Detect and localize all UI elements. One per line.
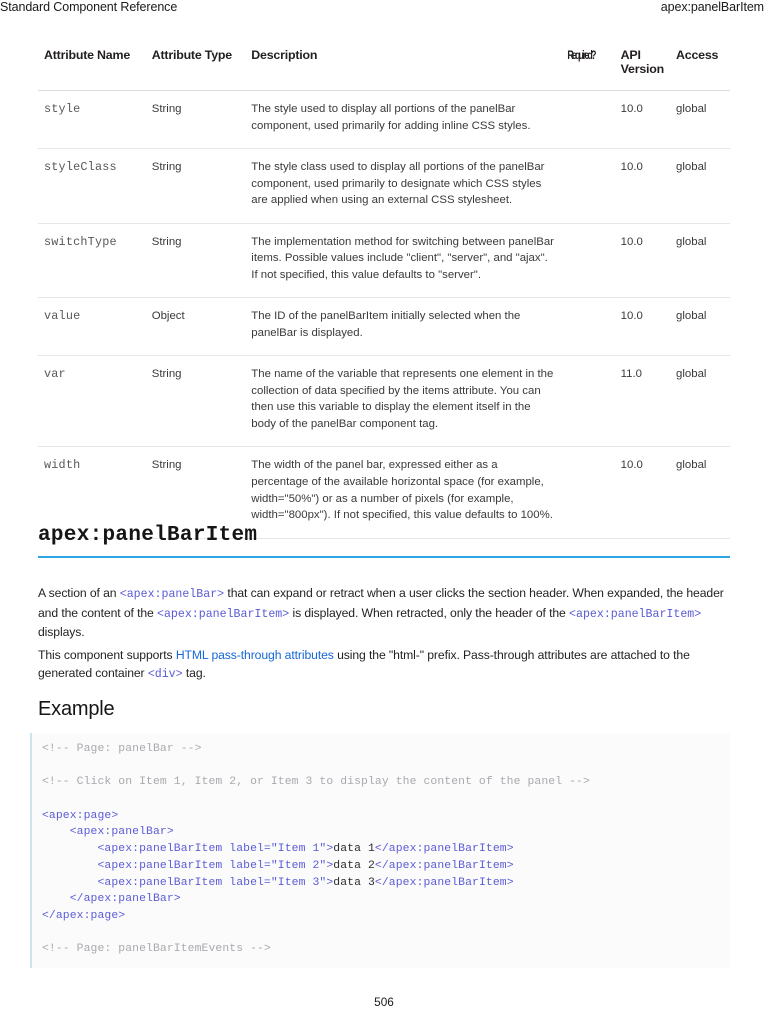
cell-attribute-type: Object xyxy=(145,297,246,357)
document-page: Standard Component Reference apex:panelB… xyxy=(0,0,768,1017)
cell-attribute-type: String xyxy=(145,148,246,224)
cell-description: The style class used to display all port… xyxy=(245,148,563,224)
section-accent-rule xyxy=(38,556,730,558)
section-heading-block: apex:panelBarItem xyxy=(38,524,730,558)
cell-required xyxy=(562,90,615,150)
cell-attribute-name: style xyxy=(38,90,146,150)
cell-attribute-type: String xyxy=(145,223,246,299)
code-tag-apex-panelbar-close: </apex:panelBar> xyxy=(42,893,181,906)
code-text-data-1: data 1 xyxy=(333,843,375,856)
cell-required xyxy=(562,148,615,224)
cell-api-version: 10.0 xyxy=(614,90,671,150)
cell-api-version: 10.0 xyxy=(614,297,671,357)
inline-code-panelbaritem: <apex:panelBarItem> xyxy=(157,607,290,621)
cell-attribute-name: styleClass xyxy=(38,148,146,224)
cell-description: The name of the variable that represents… xyxy=(245,355,563,448)
cell-api-version: 10.0 xyxy=(614,148,671,224)
code-tag-apex-page-close: </apex:page> xyxy=(42,910,126,922)
code-comment-line: <!-- Page: panelBar --> xyxy=(42,743,202,755)
cell-api-version: 11.0 xyxy=(614,355,671,448)
table-row: var String The name of the variable that… xyxy=(38,355,730,448)
column-header-api-version: API Version xyxy=(614,48,671,91)
cell-attribute-name: switchType xyxy=(38,223,146,299)
page-title: apex:panelBarItem xyxy=(38,524,258,547)
cell-access: global xyxy=(670,148,730,224)
cell-access: global xyxy=(670,223,730,299)
example-heading: Example xyxy=(38,698,115,720)
table-row: switchType String The implementation met… xyxy=(38,223,730,299)
code-text-data-3: data 3 xyxy=(333,876,375,889)
cell-attribute-type: String xyxy=(145,355,246,448)
running-head: Standard Component Reference apex:panelB… xyxy=(0,0,768,14)
running-head-left: Standard Component Reference xyxy=(0,0,178,14)
cell-access: global xyxy=(670,297,730,357)
code-comment-line: <!-- Click on Item 1, Item 2, or Item 3 … xyxy=(42,776,590,789)
section-description-paragraph: A section of an <apex:panelBar> that can… xyxy=(38,584,732,641)
cell-attribute-name: var xyxy=(38,355,146,448)
example-code-block: <!-- Page: panelBar --> <!-- Click on It… xyxy=(30,733,730,969)
code-tag-panelbaritem-3-open: <apex:panelBarItem label="Item 3"> xyxy=(42,876,334,889)
code-tag-apex-panelbar-open: <apex:panelBar> xyxy=(42,826,174,839)
code-comment-line: <!-- Page: panelBarItemEvents --> xyxy=(42,943,271,956)
page-number: 506 xyxy=(374,995,394,1009)
paragraph-text: This component supports xyxy=(38,648,176,663)
cell-required xyxy=(562,355,615,448)
column-header-description: Description xyxy=(245,48,563,91)
cell-required xyxy=(562,223,615,299)
code-tag-panelbaritem-1-open: <apex:panelBarItem label="Item 1"> xyxy=(42,843,334,856)
cell-access: global xyxy=(670,90,730,150)
cell-description: The style used to display all portions o… xyxy=(245,90,563,150)
table-row: styleClass String The style class used t… xyxy=(38,148,730,224)
table-row: style String The style used to display a… xyxy=(38,90,730,150)
column-header-required: Required? xyxy=(562,48,601,91)
cell-description: The ID of the panelBarItem initially sel… xyxy=(245,297,563,357)
column-header-attribute-type: Attribute Type xyxy=(145,48,246,91)
inline-code-panelbar: <apex:panelBar> xyxy=(119,588,225,602)
cell-attribute-name: value xyxy=(38,297,146,357)
api-version-line-2: Version xyxy=(620,62,665,76)
cell-description: The implementation method for switching … xyxy=(245,223,563,299)
inline-code-panelbaritem: <apex:panelBarItem> xyxy=(569,607,702,621)
table-row: value Object The ID of the panelBarItem … xyxy=(38,297,730,357)
column-header-attribute-name: Attribute Name xyxy=(38,48,146,91)
cell-required xyxy=(562,297,615,357)
code-tag-panelbaritem-3-close: </apex:panelBarItem> xyxy=(374,876,514,889)
inline-code-div: <div> xyxy=(147,668,183,682)
html-pass-through-attributes-link[interactable]: HTML pass-through attributes xyxy=(176,648,334,662)
paragraph-text: is displayed. When retracted, only the h… xyxy=(289,605,570,620)
paragraph-text: tag. xyxy=(182,666,206,681)
attributes-table: Attribute Name Attribute Type Descriptio… xyxy=(38,48,730,539)
column-header-access: Access xyxy=(670,48,730,91)
code-tag-panelbaritem-1-close: </apex:panelBarItem> xyxy=(374,843,514,856)
pass-through-attributes-paragraph: This component supports HTML pass-throug… xyxy=(38,646,732,684)
cell-access: global xyxy=(670,355,730,448)
paragraph-text: displays. xyxy=(38,624,85,639)
code-tag-panelbaritem-2-close: </apex:panelBarItem> xyxy=(374,859,514,872)
api-version-line-1: API xyxy=(620,48,641,62)
cell-api-version: 10.0 xyxy=(614,223,671,299)
code-tag-panelbaritem-2-open: <apex:panelBarItem label="Item 2"> xyxy=(42,859,334,872)
table-header-row: Attribute Name Attribute Type Descriptio… xyxy=(38,48,730,91)
paragraph-text: A section of an xyxy=(38,586,120,601)
running-head-right: apex:panelBarItem xyxy=(660,0,764,14)
code-tag-apex-page-open: <apex:page> xyxy=(42,809,119,822)
code-text-data-2: data 2 xyxy=(333,859,375,872)
cell-attribute-type: String xyxy=(145,90,246,150)
